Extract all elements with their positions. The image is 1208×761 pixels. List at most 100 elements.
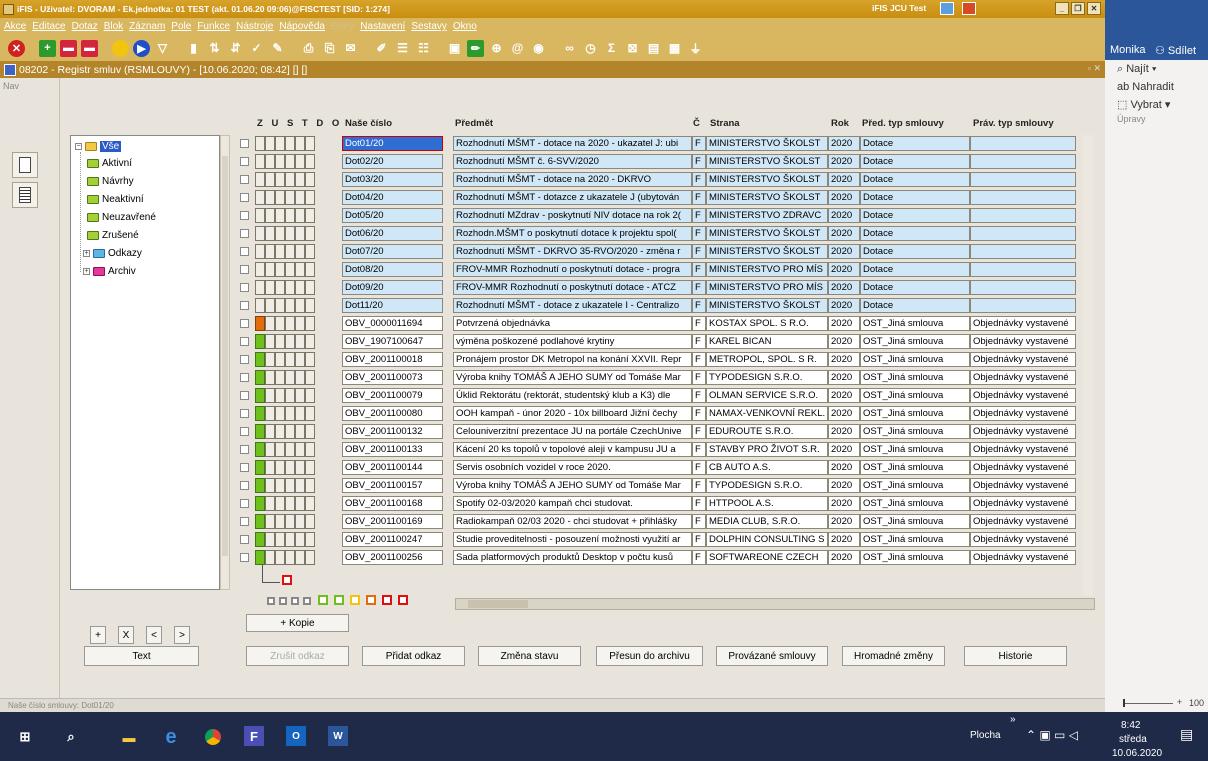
cell-strana[interactable]: MINISTERSTVO ŠKOLST (706, 190, 828, 205)
cell-rok[interactable]: 2020 (828, 172, 860, 187)
row-checkbox[interactable] (240, 139, 249, 148)
cell-prav-typ[interactable] (970, 244, 1076, 259)
cell-strana[interactable]: MINISTERSTVO ZDRAVC (706, 208, 828, 223)
menu-nastroje[interactable]: Nástroje (236, 21, 273, 32)
remove-link-button[interactable]: Zrušit odkaz (246, 646, 349, 666)
cell-prav-typ[interactable] (970, 226, 1076, 241)
menu-zaznam[interactable]: Záznam (129, 21, 165, 32)
cell-rok[interactable]: 2020 (828, 154, 860, 169)
cell-rok[interactable]: 2020 (828, 370, 860, 385)
table-row[interactable]: Dot02/20 Rozhodnutí MŠMT č. 6-SVV/2020 F MI… (240, 153, 1080, 170)
col-strana[interactable]: Strana (710, 118, 740, 129)
cell-prav-typ[interactable]: Objednávky vystavené (970, 550, 1076, 565)
query-icon[interactable] (112, 39, 129, 57)
cell-predmet[interactable]: Rozhodnutí MŠMT č. 6-SVV/2020 (453, 154, 692, 169)
cell-strana[interactable]: EDUROUTE S.R.O. (706, 424, 828, 439)
cell-nase-cislo[interactable]: Dot05/20 (342, 208, 443, 223)
help-icon[interactable] (940, 2, 954, 15)
desktop-label[interactable]: Plocha (970, 730, 1001, 741)
menu-dotaz[interactable]: Dotaz (72, 21, 98, 32)
cell-strana[interactable]: KOSTAX SPOL. S R.O. (706, 316, 828, 331)
menu-nastaveni[interactable]: Nastavení (360, 21, 405, 32)
menu-napoveda[interactable]: Nápověda (279, 21, 325, 32)
cell-nase-cislo[interactable]: OBV_2001100133 (342, 442, 443, 457)
cell-nase-cislo[interactable]: OBV_2001100157 (342, 478, 443, 493)
cell-nase-cislo[interactable]: Dot04/20 (342, 190, 443, 205)
filter-icon[interactable]: ▽ (154, 40, 171, 57)
nav-label[interactable]: Nav (0, 78, 59, 94)
cell-rok[interactable]: 2020 (828, 388, 860, 403)
cell-c[interactable]: F (692, 352, 706, 367)
row-checkbox[interactable] (240, 193, 249, 202)
cell-prav-typ[interactable]: Objednávky vystavené (970, 442, 1076, 457)
notifications-icon[interactable]: ▤ (1180, 726, 1193, 743)
cell-prav-typ[interactable] (970, 298, 1076, 313)
cell-prav-typ[interactable]: Objednávky vystavené (970, 352, 1076, 367)
cell-pred-typ[interactable]: Dotace (860, 262, 970, 277)
row-checkbox[interactable] (240, 247, 249, 256)
graph-nav-button[interactable] (12, 152, 38, 178)
table-row[interactable]: Dot01/20 Rozhodnutí MŠMT - dotace na 2020… (240, 135, 1080, 152)
cell-pred-typ[interactable]: OST_Jiná smlouva (860, 460, 970, 475)
row-checkbox[interactable] (240, 553, 249, 562)
change-state-button[interactable]: Změna stavu (478, 646, 581, 666)
restore-button[interactable]: ❐ (1071, 2, 1085, 15)
table-row[interactable]: OBV_2001100256 Sada platformových produkt… (240, 549, 1080, 566)
cell-rok[interactable]: 2020 (828, 424, 860, 439)
add-link-button[interactable]: Přidat odkaz (362, 646, 465, 666)
chrome-icon[interactable] (202, 726, 224, 748)
at-icon[interactable]: @ (509, 40, 526, 57)
cell-rok[interactable]: 2020 (828, 316, 860, 331)
check-icon[interactable]: ✓ (248, 40, 265, 57)
cell-prav-typ[interactable] (970, 136, 1076, 151)
cell-predmet[interactable]: FROV-MMR Rozhodnutí o poskytnutí dotace … (453, 262, 692, 277)
cell-pred-typ[interactable]: OST_Jiná smlouva (860, 496, 970, 511)
cell-prav-typ[interactable]: Objednávky vystavené (970, 370, 1076, 385)
cell-rok[interactable]: 2020 (828, 532, 860, 547)
grid-vertical-scrollbar[interactable] (1083, 135, 1093, 595)
cell-strana[interactable]: MINISTERSTVO ŠKOLST (706, 298, 828, 313)
cell-pred-typ[interactable]: Dotace (860, 154, 970, 169)
menu-okno[interactable]: Okno (453, 21, 477, 32)
table-row[interactable]: Dot08/20 FROV-MMR Rozhodnutí o poskytnutí… (240, 261, 1080, 278)
row-checkbox[interactable] (240, 409, 249, 418)
cell-nase-cislo[interactable]: Dot01/20 (342, 136, 443, 151)
table-row[interactable]: Dot07/20 Rozhodnutí MŠMT - DKRVO 35-RVO/2… (240, 243, 1080, 260)
cell-pred-typ[interactable]: Dotace (860, 136, 970, 151)
cell-c[interactable]: F (692, 154, 706, 169)
cell-strana[interactable]: CB AUTO A.S. (706, 460, 828, 475)
table-row[interactable]: Dot06/20 Rozhodn.MŠMT o poskytnutí dotace… (240, 225, 1080, 242)
overflow-icon[interactable]: » (1010, 714, 1016, 725)
excel-icon[interactable]: ⊠ (624, 40, 641, 57)
user-name[interactable]: Monika (1110, 44, 1145, 56)
cell-c[interactable]: F (692, 460, 706, 475)
tree-item-zrusene[interactable]: Zrušené (87, 228, 139, 242)
table-row[interactable]: OBV_2001100144 Servis osobních vozidel v … (240, 459, 1080, 476)
cell-rok[interactable]: 2020 (828, 298, 860, 313)
cell-prav-typ[interactable] (970, 208, 1076, 223)
cell-pred-typ[interactable]: Dotace (860, 190, 970, 205)
table-row[interactable]: Dot11/20 Rozhodnutí MŠMT - dotace z ukaza… (240, 297, 1080, 314)
cell-c[interactable]: F (692, 334, 706, 349)
row-checkbox[interactable] (240, 211, 249, 220)
cell-nase-cislo[interactable]: Dot09/20 (342, 280, 443, 295)
cell-rok[interactable]: 2020 (828, 280, 860, 295)
sort-asc-icon[interactable]: ⇅ (206, 40, 223, 57)
cell-prav-typ[interactable] (970, 190, 1076, 205)
cell-strana[interactable]: TYPODESIGN S.R.O. (706, 478, 828, 493)
expand-icon[interactable]: + (83, 267, 90, 275)
cell-nase-cislo[interactable]: Dot11/20 (342, 298, 443, 313)
cell-nase-cislo[interactable]: OBV_0000011694 (342, 316, 443, 331)
tree-scrollbar[interactable] (220, 135, 230, 590)
clock-icon[interactable]: ◷ (582, 40, 599, 57)
cell-nase-cislo[interactable]: OBV_2001100080 (342, 406, 443, 421)
row-checkbox[interactable] (240, 481, 249, 490)
table-row[interactable]: OBV_2001100247 Studie proveditelnosti - p… (240, 531, 1080, 548)
report-nav-button[interactable] (12, 182, 38, 208)
cell-strana[interactable]: MINISTERSTVO PRO MÍS (706, 262, 828, 277)
pen-icon[interactable]: ✏ (467, 39, 484, 57)
cell-c[interactable]: F (692, 370, 706, 385)
list2-icon[interactable]: ☷ (415, 40, 432, 57)
cell-c[interactable]: F (692, 136, 706, 151)
cell-predmet[interactable]: Výroba knihy TOMÁŠ A JEHO SUMY od Tomáše… (453, 478, 692, 493)
